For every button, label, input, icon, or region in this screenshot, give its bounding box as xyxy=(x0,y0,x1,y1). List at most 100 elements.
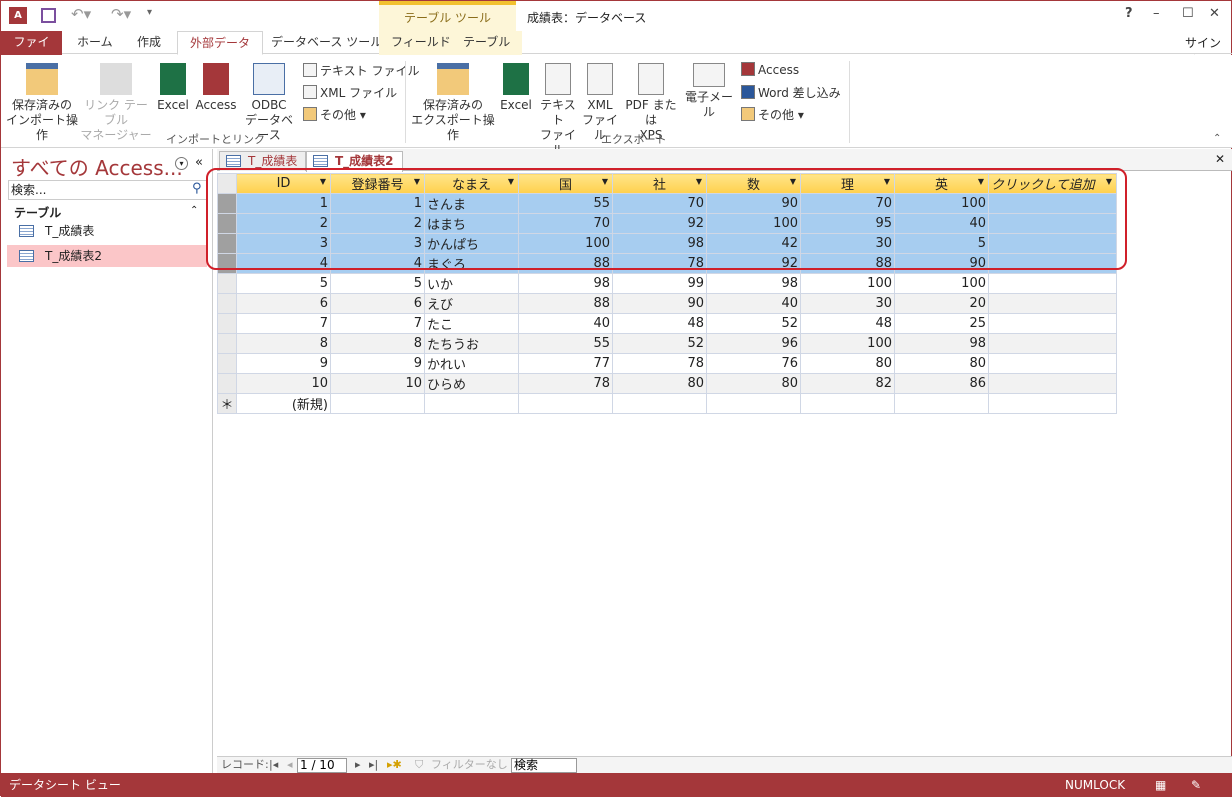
row-selector[interactable] xyxy=(217,313,237,334)
table-cell[interactable] xyxy=(894,393,989,414)
nav-item-t-seisekihyo[interactable]: T_成績表 xyxy=(7,220,207,242)
table-cell[interactable]: 98 xyxy=(518,273,613,294)
save-icon[interactable] xyxy=(41,8,56,23)
close-document-icon[interactable]: ✕ xyxy=(1215,152,1225,166)
table-cell[interactable]: 6 xyxy=(236,293,331,314)
table-cell[interactable]: 78 xyxy=(518,373,613,394)
table-cell[interactable]: 5 xyxy=(236,273,331,294)
table-cell[interactable]: 48 xyxy=(800,313,895,334)
nav-search-input[interactable]: 検索... xyxy=(8,180,207,200)
table-cell[interactable]: 10 xyxy=(236,373,331,394)
table-cell[interactable] xyxy=(988,253,1117,274)
table-row[interactable]: 2 2 はまち 70 92 100 95 40 xyxy=(217,213,1117,234)
nav-category-tables[interactable]: テーブル xyxy=(14,204,61,221)
table-cell[interactable]: 96 xyxy=(706,333,801,354)
table-cell[interactable]: かんぱち xyxy=(424,233,519,254)
column-header[interactable]: 数 ▼ xyxy=(706,173,801,194)
row-selector[interactable] xyxy=(217,333,237,354)
table-cell[interactable]: 4 xyxy=(236,253,331,274)
table-cell[interactable]: 95 xyxy=(800,213,895,234)
table-cell[interactable]: 5 xyxy=(894,233,989,254)
import-xml-button[interactable]: XML ファイル xyxy=(303,82,397,104)
table-cell[interactable]: 70 xyxy=(800,193,895,214)
table-cell[interactable]: 25 xyxy=(894,313,989,334)
column-dropdown-icon[interactable]: ▼ xyxy=(414,177,420,186)
table-cell[interactable]: 1 xyxy=(236,193,331,214)
table-cell[interactable]: 100 xyxy=(800,273,895,294)
column-dropdown-icon[interactable]: ▼ xyxy=(1106,177,1112,186)
previous-record-button[interactable]: ◂ xyxy=(287,757,293,773)
import-text-button[interactable]: テキスト ファイル xyxy=(303,60,419,82)
table-row[interactable]: 1 1 さんま 55 70 90 70 100 xyxy=(217,193,1117,214)
table-cell[interactable] xyxy=(988,273,1117,294)
select-all-corner[interactable] xyxy=(217,173,237,194)
column-dropdown-icon[interactable]: ▼ xyxy=(790,177,796,186)
table-row[interactable]: 6 6 えび 88 90 40 30 20 xyxy=(217,293,1117,314)
no-filter-button[interactable]: フィルターなし xyxy=(431,757,508,773)
table-cell[interactable] xyxy=(330,393,425,414)
table-cell[interactable]: 9 xyxy=(330,353,425,374)
table-cell[interactable]: 2 xyxy=(236,213,331,234)
table-cell[interactable] xyxy=(988,373,1117,394)
table-cell[interactable]: 9 xyxy=(236,353,331,374)
table-cell[interactable]: まぐろ xyxy=(424,253,519,274)
tab-create[interactable]: 作成 xyxy=(125,31,173,55)
table-cell[interactable]: たちうお xyxy=(424,333,519,354)
table-cell[interactable]: 76 xyxy=(706,353,801,374)
close-button[interactable]: ✕ xyxy=(1209,6,1220,21)
import-more-button[interactable]: その他 ▾ xyxy=(303,104,366,126)
doc-tab-t-seisekihyo2[interactable]: T_成績表2 xyxy=(306,151,403,172)
table-cell[interactable]: 80 xyxy=(800,353,895,374)
column-header[interactable]: 国 ▼ xyxy=(518,173,613,194)
new-record-row[interactable]: ＊ (新規) xyxy=(217,393,1117,414)
row-selector[interactable] xyxy=(217,193,237,214)
row-selector[interactable] xyxy=(217,373,237,394)
column-header[interactable]: 英 ▼ xyxy=(894,173,989,194)
tab-table[interactable]: テーブル xyxy=(451,31,523,55)
column-dropdown-icon[interactable]: ▼ xyxy=(508,177,514,186)
column-header[interactable]: 登録番号 ▼ xyxy=(330,173,425,194)
last-record-button[interactable]: ▸| xyxy=(369,757,378,773)
import-access-button[interactable]: Access xyxy=(194,59,238,113)
table-cell[interactable]: 42 xyxy=(706,233,801,254)
table-cell[interactable]: さんま xyxy=(424,193,519,214)
table-cell[interactable]: 80 xyxy=(612,373,707,394)
table-cell[interactable]: 88 xyxy=(800,253,895,274)
table-cell[interactable]: 52 xyxy=(612,333,707,354)
table-cell[interactable]: 30 xyxy=(800,293,895,314)
tab-home[interactable]: ホーム xyxy=(65,31,125,55)
table-cell[interactable]: 6 xyxy=(330,293,425,314)
table-cell[interactable]: 92 xyxy=(612,213,707,234)
new-record-button[interactable]: ▸✱ xyxy=(387,757,402,773)
table-cell[interactable]: ひらめ xyxy=(424,373,519,394)
import-excel-button[interactable]: Excel xyxy=(153,59,193,113)
row-selector[interactable] xyxy=(217,273,237,294)
export-access-button[interactable]: Access xyxy=(741,59,799,81)
table-cell[interactable] xyxy=(988,333,1117,354)
table-cell[interactable]: 100 xyxy=(706,213,801,234)
design-view-icon[interactable]: ✎ xyxy=(1191,773,1201,797)
table-cell[interactable]: 3 xyxy=(330,233,425,254)
table-cell[interactable]: はまち xyxy=(424,213,519,234)
saved-exports-button[interactable]: 保存済みの エクスポート操作 xyxy=(411,59,495,143)
table-row[interactable]: 5 5 いか 98 99 98 100 100 xyxy=(217,273,1117,294)
table-cell[interactable]: 100 xyxy=(894,273,989,294)
table-cell[interactable]: 48 xyxy=(612,313,707,334)
table-cell[interactable]: 30 xyxy=(800,233,895,254)
row-selector[interactable] xyxy=(217,353,237,374)
table-row[interactable]: 8 8 たちうお 55 52 96 100 98 xyxy=(217,333,1117,354)
first-record-button[interactable]: |◂ xyxy=(269,757,278,773)
table-cell[interactable] xyxy=(424,393,519,414)
table-cell[interactable]: 90 xyxy=(894,253,989,274)
nav-pane-title[interactable]: すべての Access... xyxy=(11,152,183,181)
column-dropdown-icon[interactable]: ▼ xyxy=(978,177,984,186)
table-cell[interactable]: 99 xyxy=(612,273,707,294)
row-selector[interactable] xyxy=(217,253,237,274)
column-dropdown-icon[interactable]: ▼ xyxy=(320,177,326,186)
table-cell[interactable]: 92 xyxy=(706,253,801,274)
tab-database-tools[interactable]: データベース ツール xyxy=(259,31,394,55)
table-cell[interactable]: 10 xyxy=(330,373,425,394)
table-cell[interactable]: (新規) xyxy=(236,393,331,414)
column-header[interactable]: 社 ▼ xyxy=(612,173,707,194)
table-cell[interactable]: 78 xyxy=(612,253,707,274)
